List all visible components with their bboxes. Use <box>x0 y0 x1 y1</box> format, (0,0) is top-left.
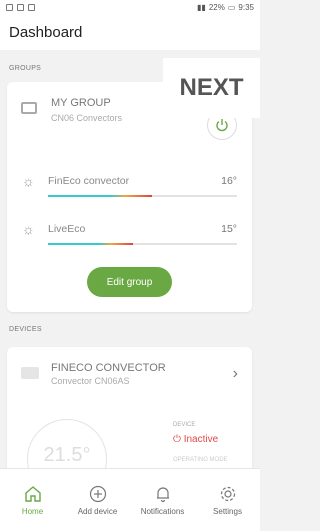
device-status: ⏻ Inactive <box>173 434 218 445</box>
app-header: Dashboard <box>0 14 260 50</box>
battery-level: 22% <box>208 2 225 12</box>
add-icon <box>89 485 106 502</box>
tab-home[interactable]: Home <box>0 469 65 531</box>
notification-icon <box>28 3 35 11</box>
temperature-bar <box>48 243 237 245</box>
home-icon <box>24 485 41 502</box>
operating-mode-label: OPERATING MODE <box>173 457 228 463</box>
group-subtitle: CN06 Convectors <box>51 113 123 123</box>
notification-icon <box>17 3 24 11</box>
notification-icon <box>6 3 13 11</box>
convector-temp: 16° <box>221 175 237 187</box>
signal-icon: ▮▮ <box>197 2 206 12</box>
devices-section-label: DEVICES <box>9 326 42 333</box>
tab-label: Home <box>21 506 44 516</box>
page-title: Dashboard <box>9 23 83 41</box>
device-subtitle: Convector CN06AS <box>51 376 130 386</box>
temperature-bar-fill <box>48 243 134 245</box>
tab-label: Settings <box>213 506 242 516</box>
sun-icon: ☼ <box>22 173 35 189</box>
bottom-tab-bar: Home Add device Notifications Settings <box>0 468 260 531</box>
temperature-bar-fill <box>48 195 152 197</box>
tab-notifications[interactable]: Notifications <box>130 469 195 531</box>
convector-name: LiveEco <box>48 223 86 235</box>
convector-temp: 15° <box>221 223 237 235</box>
device-status-text: Inactive <box>183 434 219 445</box>
group-name: MY GROUP <box>51 97 111 109</box>
clock: 9:35 <box>238 2 254 12</box>
edit-group-button[interactable]: Edit group <box>87 267 172 297</box>
tab-add-device[interactable]: Add device <box>65 469 130 531</box>
device-name: FINECO CONVECTOR <box>51 362 166 374</box>
status-bar: ▮▮ 22% ▭ 9:35 <box>0 0 260 14</box>
temperature-bar <box>48 195 237 197</box>
bell-icon <box>156 486 169 502</box>
tab-label: Add device <box>77 506 118 516</box>
sun-icon: ☼ <box>22 221 35 237</box>
tab-settings[interactable]: Settings <box>195 469 260 531</box>
next-overlay: NEXT <box>163 58 260 118</box>
gear-icon <box>220 486 235 501</box>
device-status-label: DEVICE <box>173 422 196 428</box>
convector-icon <box>21 367 39 379</box>
chevron-right-icon[interactable]: › <box>233 365 238 383</box>
convector-icon <box>21 102 37 114</box>
groups-section-label: GROUPS <box>9 65 42 72</box>
device-temp: 21.5° <box>43 444 91 466</box>
power-icon <box>216 119 228 132</box>
convector-name: FinEco convector <box>48 175 130 187</box>
battery-icon: ▭ <box>227 2 236 12</box>
tab-label: Notifications <box>140 506 185 516</box>
power-icon: ⏻ <box>173 434 181 445</box>
